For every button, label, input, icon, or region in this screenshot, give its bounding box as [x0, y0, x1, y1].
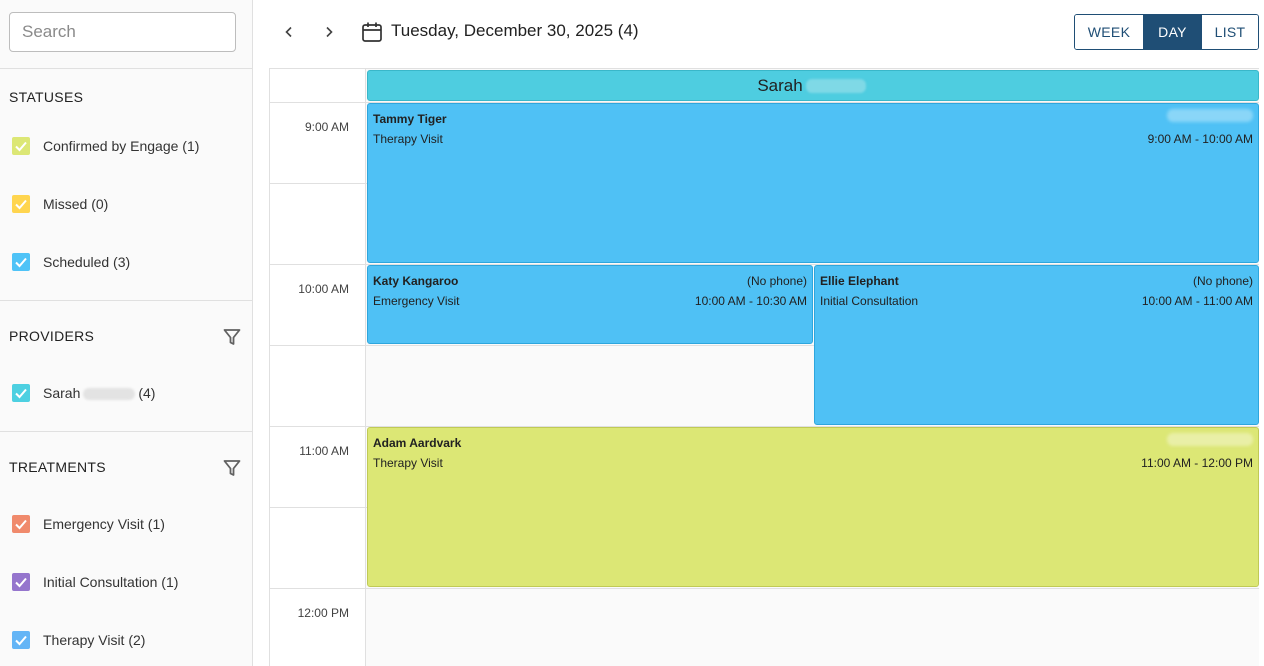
- treatment-label: Emergency Visit (1): [43, 516, 165, 532]
- day-calendar: 9:00 AM 10:00 AM 11:00 AM 12:00 PM Sarah…: [269, 68, 1259, 666]
- status-label: Scheduled (3): [43, 254, 131, 270]
- treatment-initial-consultation-checkbox[interactable]: Initial Consultation (1): [12, 570, 178, 594]
- checkbox-checked-icon: [12, 137, 30, 155]
- time-gridline: [270, 102, 366, 103]
- treatments-title: TREATMENTS: [9, 459, 106, 475]
- divider: [0, 300, 252, 301]
- view-toggle: WEEK DAY LIST: [1074, 14, 1259, 50]
- status-missed-checkbox[interactable]: Missed (0): [12, 192, 108, 216]
- time-label: 11:00 AM: [299, 444, 349, 458]
- providers-filter-icon[interactable]: [222, 327, 242, 347]
- patient-name: Adam Aardvark: [373, 436, 462, 450]
- provider-count: (4): [138, 385, 156, 401]
- status-label: Missed (0): [43, 196, 109, 212]
- redacted-last-name: [805, 78, 866, 93]
- appointment-tammy-tiger[interactable]: Tammy Tiger Therapy Visit 9:00 AM - 10:0…: [367, 103, 1259, 263]
- time-gridline: [270, 264, 366, 265]
- providers-title: PROVIDERS: [9, 328, 95, 344]
- status-label: Confirmed by Engage (1): [43, 138, 200, 154]
- appointment-type: Initial Consultation: [820, 294, 919, 308]
- checkbox-checked-icon: [12, 515, 30, 533]
- treatment-label: Initial Consultation (1): [43, 574, 179, 590]
- day-view-button[interactable]: DAY: [1143, 15, 1201, 49]
- time-gridline: [270, 183, 366, 184]
- appointment-type: Therapy Visit: [373, 132, 443, 146]
- redacted-phone: [1167, 109, 1253, 122]
- appointment-time: 10:00 AM - 11:00 AM: [1141, 294, 1253, 308]
- time-label: 10:00 AM: [298, 282, 349, 296]
- treatment-emergency-checkbox[interactable]: Emergency Visit (1): [12, 512, 165, 536]
- status-confirmed-checkbox[interactable]: Confirmed by Engage (1): [12, 134, 199, 158]
- treatment-label: Therapy Visit (2): [43, 632, 146, 648]
- search-input[interactable]: [9, 12, 236, 52]
- redacted-phone: [1167, 433, 1253, 446]
- patient-name: Ellie Elephant: [820, 274, 899, 288]
- list-view-button[interactable]: LIST: [1201, 15, 1258, 49]
- patient-name: Tammy Tiger: [373, 112, 447, 126]
- treatment-therapy-checkbox[interactable]: Therapy Visit (2): [12, 628, 145, 652]
- status-scheduled-checkbox[interactable]: Scheduled (3): [12, 250, 130, 274]
- resource-name: Sarah: [757, 75, 803, 95]
- checkbox-checked-icon: [12, 253, 30, 271]
- time-gridline: [270, 588, 366, 589]
- chevron-left-icon: [285, 26, 292, 38]
- next-day-button[interactable]: [317, 20, 341, 44]
- week-view-button[interactable]: WEEK: [1075, 15, 1143, 49]
- provider-label: Sarah (4): [43, 385, 155, 401]
- appointment-katy-kangaroo[interactable]: Katy Kangaroo (No phone) Emergency Visit…: [367, 265, 813, 344]
- sidebar: STATUSES Confirmed by Engage (1) Missed …: [0, 0, 253, 666]
- appointment-adam-aardvark[interactable]: Adam Aardvark Therapy Visit 11:00 AM - 1…: [367, 427, 1259, 587]
- chevron-right-icon: [326, 26, 333, 38]
- appointment-type: Therapy Visit: [373, 456, 443, 470]
- checkbox-checked-icon: [12, 195, 30, 213]
- patient-phone: (No phone): [1192, 274, 1253, 288]
- redacted-last-name: [83, 388, 136, 401]
- appointment-time: 11:00 AM - 12:00 PM: [1141, 456, 1253, 470]
- divider: [0, 68, 252, 69]
- grid-line: [366, 588, 1259, 589]
- appointment-time: 10:00 AM - 10:30 AM: [694, 294, 807, 308]
- previous-day-button[interactable]: [277, 20, 301, 44]
- appointment-ellie-elephant[interactable]: Ellie Elephant (No phone) Initial Consul…: [814, 265, 1259, 425]
- divider: [0, 431, 252, 432]
- time-label: 12:00 PM: [297, 606, 349, 620]
- checkbox-checked-icon: [12, 631, 30, 649]
- treatments-filter-icon[interactable]: [222, 458, 242, 478]
- time-gridline: [270, 345, 366, 346]
- statuses-title: STATUSES: [9, 89, 84, 105]
- patient-phone: (No phone): [746, 274, 807, 288]
- calendar-icon[interactable]: [361, 21, 383, 43]
- checkbox-checked-icon: [12, 384, 30, 402]
- provider-first-name: Sarah: [43, 385, 81, 401]
- time-label: 9:00 AM: [304, 120, 349, 134]
- appointment-type: Emergency Visit: [373, 294, 460, 308]
- patient-name: Katy Kangaroo: [373, 274, 459, 288]
- time-gridline: [270, 507, 366, 508]
- appointment-time: 9:00 AM - 10:00 AM: [1147, 132, 1253, 146]
- time-column: 9:00 AM 10:00 AM 11:00 AM 12:00 PM: [270, 69, 366, 666]
- resource-header: Sarah: [367, 70, 1259, 101]
- checkbox-checked-icon: [12, 573, 30, 591]
- date-title: Tuesday, December 30, 2025 (4): [391, 21, 639, 40]
- provider-sarah-checkbox[interactable]: Sarah (4): [12, 381, 155, 405]
- time-gridline: [270, 426, 366, 427]
